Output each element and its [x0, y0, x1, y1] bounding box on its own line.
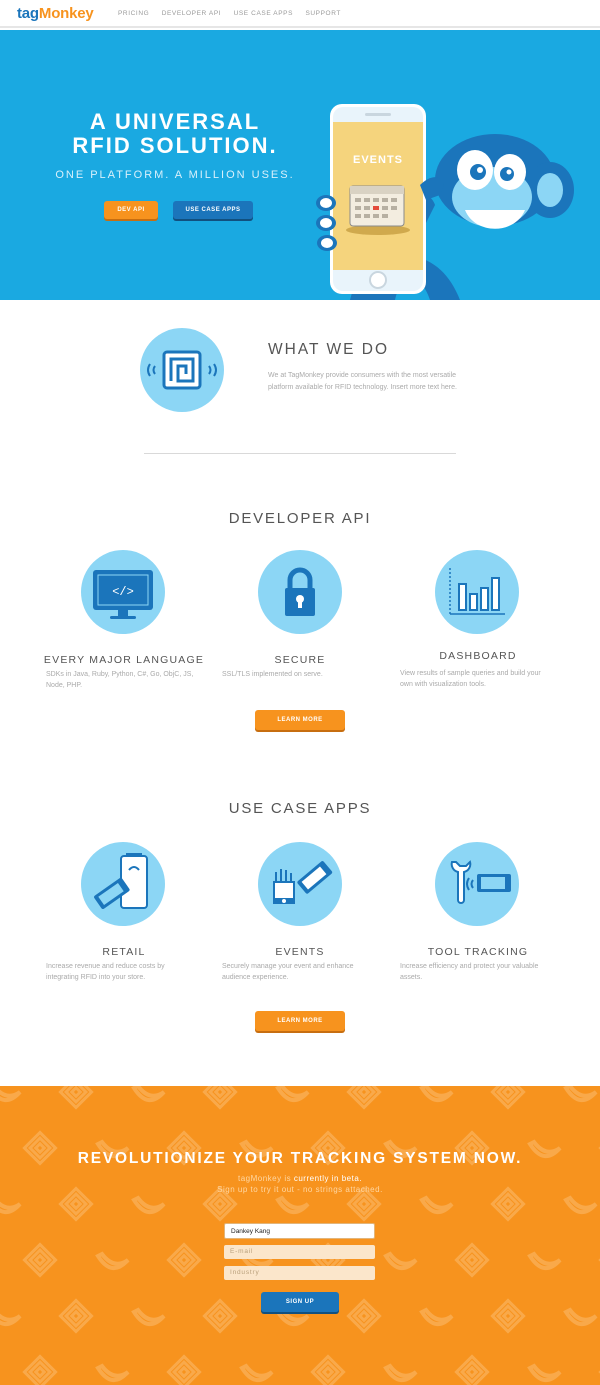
phone-events-label: EVENTS [353, 154, 403, 166]
banana-pattern-icon [419, 1086, 454, 1102]
hero-title-line2: RFID SOLUTION. [72, 133, 278, 158]
logo-monkey: Monkey [38, 5, 94, 22]
top-nav: tagMonkey PRICING DEVELOPER API USE CASE… [0, 0, 600, 28]
feature-desc-dashboard: View results of sample queries and build… [400, 670, 541, 688]
svg-text:</>: </> [112, 585, 134, 599]
hero-title-line1: A UNIVERSAL [89, 109, 261, 134]
tag-pattern-icon [22, 1242, 58, 1278]
nav-link-developer-api[interactable]: DEVELOPER API [162, 10, 221, 17]
usecase-desc-tool-tracking: Increase efficiency and protect your val… [400, 963, 539, 981]
signup-beta-bold: currently in beta. [293, 1174, 362, 1183]
banana-pattern-icon [527, 1251, 562, 1270]
feature-title-secure: SECURE [274, 654, 326, 666]
tag-pattern-icon [490, 1086, 526, 1110]
tag-pattern-icon [58, 1298, 94, 1334]
use-case-apps-title: USE CASE APPS [228, 800, 372, 817]
monkey-phone-illustration: EVENTS [316, 104, 574, 300]
tag-pattern-icon [346, 1298, 382, 1334]
banana-pattern-icon [95, 1251, 130, 1270]
banana-pattern-icon [563, 1307, 598, 1326]
banana-pattern-icon [275, 1195, 310, 1214]
tag-pattern-icon [166, 1242, 202, 1278]
usecase-title-events: EVENTS [275, 946, 325, 958]
section-divider [144, 453, 456, 454]
email-field[interactable]: E-mail [224, 1245, 375, 1259]
banana-pattern-icon [0, 1089, 22, 1102]
logo-tag: tag [17, 5, 39, 22]
banana-pattern-icon [527, 1363, 562, 1382]
hero-section: A UNIVERSAL RFID SOLUTION. ONE PLATFORM.… [0, 30, 600, 300]
usecase-title-tool-tracking: TOOL TRACKING [427, 946, 529, 958]
developer-learn-more-button[interactable]: LEARN MORE [255, 710, 345, 730]
rfid-tag-icon [140, 328, 224, 412]
monitor-code-icon: </> [81, 550, 165, 634]
nav-link-support[interactable]: SUPPORT [305, 10, 341, 17]
hero-subtitle: ONE PLATFORM. A MILLION USES. [55, 169, 295, 181]
signup-beta-text: tagMonkey is currently in beta. [0, 1174, 600, 1183]
nav-links: PRICING DEVELOPER API USE CASE APPS SUPP… [118, 10, 351, 17]
banana-pattern-icon [131, 1195, 166, 1214]
signup-beta-pre: tagMonkey is [238, 1174, 294, 1183]
hero-title: A UNIVERSAL RFID SOLUTION. [40, 110, 310, 158]
tag-pattern-icon [454, 1242, 490, 1278]
banana-pattern-icon [131, 1086, 166, 1102]
nav-link-pricing[interactable]: PRICING [118, 10, 149, 17]
feature-desc-languages: SDKs in Java, Ruby, Python, C#, Go, ObjC… [46, 671, 194, 689]
banana-pattern-icon [383, 1363, 418, 1382]
tag-pattern-icon [202, 1298, 238, 1334]
banana-pattern-icon [383, 1251, 418, 1270]
feature-desc-secure: SSL/TLS implemented on serve. [222, 671, 323, 678]
dev-api-button[interactable]: DEV API [104, 201, 158, 219]
banana-pattern-icon [275, 1307, 310, 1326]
banana-pattern-icon [563, 1086, 598, 1102]
tag-pattern-icon [58, 1086, 94, 1110]
banana-pattern-icon [563, 1195, 598, 1214]
tool-tracking-icon [435, 842, 519, 926]
signup-title: REVOLUTIONIZE YOUR TRACKING SYSTEM NOW. [77, 1150, 523, 1167]
industry-field[interactable]: Industry [224, 1266, 375, 1280]
banana-pattern-icon [0, 1313, 22, 1326]
retail-scan-icon [81, 842, 165, 926]
tag-pattern-icon [202, 1086, 238, 1110]
signup-section: REVOLUTIONIZE YOUR TRACKING SYSTEM NOW. … [0, 1086, 600, 1385]
nav-link-use-case-apps[interactable]: USE CASE APPS [234, 10, 293, 17]
what-we-do-description: We at TagMonkey provide consumers with t… [268, 372, 457, 391]
logo[interactable]: tagMonkey [17, 5, 94, 22]
wristband-scan-icon [258, 842, 342, 926]
tag-pattern-icon [22, 1354, 58, 1385]
feature-title-languages: EVERY MAJOR LANGUAGE [43, 654, 205, 666]
tag-pattern-icon [454, 1354, 490, 1385]
banana-pattern-icon [95, 1363, 130, 1382]
tag-pattern-icon [166, 1354, 202, 1385]
developer-api-title: DEVELOPER API [228, 510, 372, 527]
banana-pattern-icon [419, 1307, 454, 1326]
lock-icon [258, 550, 342, 634]
usecase-desc-events: Securely manage your event and enhance a… [222, 963, 354, 981]
bar-chart-icon [435, 550, 519, 634]
feature-title-dashboard: DASHBOARD [439, 650, 517, 662]
signup-no-strings-text: Sign up to try it out - no strings attac… [217, 1185, 383, 1194]
banana-pattern-icon [131, 1307, 166, 1326]
what-we-do-title: WHAT WE DO [268, 341, 390, 358]
use-case-apps-button[interactable]: USE CASE APPS [173, 201, 253, 219]
banana-pattern-icon [275, 1086, 310, 1102]
usecases-learn-more-button[interactable]: LEARN MORE [255, 1011, 345, 1031]
banana-pattern-icon [0, 1201, 22, 1214]
banana-pattern-icon [239, 1363, 274, 1382]
usecase-title-retail: RETAIL [102, 946, 146, 958]
tag-pattern-icon [490, 1298, 526, 1334]
tag-pattern-icon [346, 1086, 382, 1110]
tag-pattern-icon [310, 1354, 346, 1385]
usecase-desc-retail: Increase revenue and reduce costs by int… [46, 963, 165, 981]
name-field[interactable]: Dankey Kang [224, 1223, 375, 1239]
sign-up-button[interactable]: SIGN UP [261, 1292, 339, 1312]
banana-pattern-icon [419, 1195, 454, 1214]
